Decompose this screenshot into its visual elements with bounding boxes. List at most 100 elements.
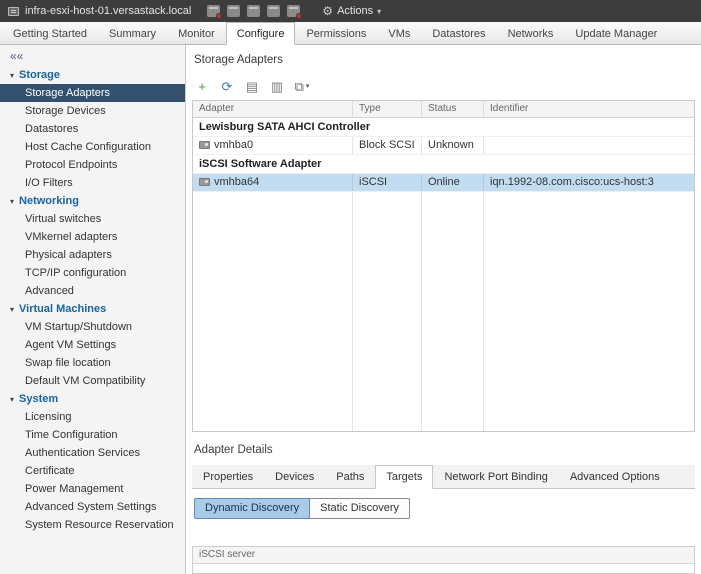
cell-text: vmhba0 [214, 139, 254, 151]
adapter-row-vmhba64[interactable]: vmhba64 iSCSI Online iqn.1992-08.com.cisco:… [193, 174, 694, 192]
details-tab-properties[interactable]: Properties [192, 465, 264, 489]
tab-permissions[interactable]: Permissions [295, 22, 377, 44]
sidebar-section-virtual-machines[interactable]: ▾ Virtual Machines [0, 300, 185, 318]
empty-column [422, 192, 484, 431]
column-header-type[interactable]: Type [353, 101, 422, 117]
host-name: infra-esxi-host-01.versastack.local [25, 5, 192, 17]
adapter-row-vmhba0[interactable]: vmhba0 Block SCSI Unknown [193, 137, 694, 155]
sidebar-item-protocol-endpoints[interactable]: Protocol Endpoints [0, 156, 185, 174]
reboot-host-icon[interactable] [267, 5, 281, 17]
sidebar-item-time-configuration[interactable]: Time Configuration [0, 426, 185, 444]
tab-bar: Getting Started Summary Monitor Configure Pe… [0, 22, 701, 45]
sidebar-item-certificate[interactable]: Certificate [0, 462, 185, 480]
sidebar-item-swap-file-location[interactable]: Swap file location [0, 354, 185, 372]
refresh-adapters-icon-glyph: ⟳ [221, 78, 233, 94]
empty-column [484, 192, 694, 431]
maintenance-mode-icon[interactable] [227, 5, 241, 17]
section-collapse-icon: ▾ [10, 394, 15, 404]
cell-type: Block SCSI [353, 137, 422, 154]
sidebar-item-i-o-filters[interactable]: I/O Filters [0, 174, 185, 192]
column-header-status[interactable]: Status [422, 101, 484, 117]
details-tab-paths[interactable]: Paths [325, 465, 375, 489]
cell-type: iSCSI [353, 174, 422, 191]
sidebar-item-virtual-switches[interactable]: Virtual switches [0, 210, 185, 228]
sidebar-item-physical-adapters[interactable]: Physical adapters [0, 246, 185, 264]
sidebar-item-licensing[interactable]: Licensing [0, 408, 185, 426]
add-adapter-icon-glyph: + [198, 78, 206, 94]
sidebar-nav: ▾ Storage Storage Adapters Storage Devices D… [0, 66, 185, 534]
sidebar-item-advanced-system-settings[interactable]: Advanced System Settings [0, 498, 185, 516]
sidebar-item-advanced[interactable]: Advanced [0, 282, 185, 300]
sidebar-item-power-management[interactable]: Power Management [0, 480, 185, 498]
section-collapse-icon: ▾ [10, 304, 15, 314]
targets-column-header-iscsi-server[interactable]: iSCSI server [193, 547, 694, 564]
details-tab-advanced-options[interactable]: Advanced Options [559, 465, 671, 489]
adapter-details-tabs: Properties Devices Paths Targets Network Por… [192, 465, 695, 489]
sidebar-item-host-cache-configuration[interactable]: Host Cache Configuration [0, 138, 185, 156]
adapters-toolbar: + ⟳ ▤ ▥ ⧉ ▾ [194, 77, 695, 95]
sidebar-section-networking[interactable]: ▾ Networking [0, 192, 185, 210]
empty-column [353, 192, 422, 431]
refresh-adapters-icon[interactable]: ⟳ [219, 77, 235, 95]
sidebar-section-system[interactable]: ▾ System [0, 390, 185, 408]
cell-adapter: vmhba64 [193, 174, 353, 191]
tab-vms[interactable]: VMs [377, 22, 421, 44]
title-bar: infra-esxi-host-01.versastack.local ⚙ Ac… [0, 0, 701, 22]
sidebar-item-storage-adapters[interactable]: Storage Adapters [0, 84, 185, 102]
rescan-host-storage-icon-glyph: ▤ [245, 78, 259, 94]
details-tab-network-port-binding[interactable]: Network Port Binding [433, 465, 558, 489]
rescan-host-storage-icon[interactable]: ▤ [244, 77, 260, 95]
sidebar-item-vmkernel-adapters[interactable]: VMkernel adapters [0, 228, 185, 246]
column-header-adapter[interactable]: Adapter [193, 101, 353, 117]
sidebar-item-system-resource-reservation[interactable]: System Resource Reservation [0, 516, 185, 534]
section-title: Virtual Machines [19, 303, 107, 315]
tab-configure[interactable]: Configure [225, 22, 296, 45]
sidebar-item-default-vm-compatibility[interactable]: Default VM Compatibility [0, 372, 185, 390]
rescan-adapter-icon[interactable]: ▥ [269, 77, 285, 95]
add-adapter-icon[interactable]: + [194, 77, 210, 95]
caret-down-icon: ▾ [305, 83, 310, 90]
sidebar-item-agent-vm-settings[interactable]: Agent VM Settings [0, 336, 185, 354]
caret-down-icon: ▾ [377, 6, 382, 16]
tab-summary[interactable]: Summary [98, 22, 167, 44]
actions-menu-button[interactable]: ⚙ Actions ▾ [322, 5, 381, 17]
targets-table: iSCSI server [192, 546, 695, 574]
main-panel: Storage Adapters + ⟳ ▤ ▥ ⧉ ▾ Adapter Type Statu… [186, 45, 701, 574]
adapters-table-body: Lewisburg SATA AHCI Controller vmhba0 Bloc… [193, 118, 694, 431]
sidebar-item-authentication-services[interactable]: Authentication Services [0, 444, 185, 462]
empty-grid-area [193, 192, 694, 431]
cell-identifier: iqn.1992-08.com.cisco:ucs-host:3 [484, 174, 694, 191]
sidebar-item-storage-devices[interactable]: Storage Devices [0, 102, 185, 120]
dynamic-discovery-button[interactable]: Dynamic Discovery [194, 498, 311, 519]
details-tab-targets[interactable]: Targets [375, 465, 434, 489]
tab-monitor[interactable]: Monitor [167, 22, 226, 44]
column-header-identifier[interactable]: Identifier [484, 101, 694, 117]
tab-networks[interactable]: Networks [497, 22, 565, 44]
sidebar-item-vm-startup-shutdown[interactable]: VM Startup/Shutdown [0, 318, 185, 336]
static-discovery-button[interactable]: Static Discovery [310, 498, 410, 519]
sidebar-collapse-button[interactable]: «« [0, 47, 185, 66]
alarm-icon[interactable] [287, 5, 303, 19]
sidebar-section-storage[interactable]: ▾ Storage [0, 66, 185, 84]
sidebar: «« ▾ Storage Storage Adapters Storage Devic… [0, 45, 186, 574]
tab-datastores[interactable]: Datastores [421, 22, 496, 44]
rescan-adapter-icon-glyph: ▥ [270, 78, 284, 94]
gear-icon: ⚙ [322, 4, 334, 18]
shutdown-host-icon[interactable] [207, 5, 223, 19]
host-icon [8, 6, 19, 16]
adapter-icon [199, 178, 210, 186]
copy-icon[interactable]: ⧉ ▾ [294, 77, 310, 95]
details-tab-devices[interactable]: Devices [264, 465, 325, 489]
badge-dot [296, 13, 303, 19]
section-title: System [19, 393, 59, 405]
section-title: Storage [19, 69, 60, 81]
power-on-icon[interactable] [247, 5, 261, 17]
empty-column [193, 192, 353, 431]
sidebar-item-tcp-ip-configuration[interactable]: TCP/IP configuration [0, 264, 185, 282]
badge-dot [216, 13, 223, 19]
cell-text: Unknown [428, 139, 474, 151]
sidebar-item-datastores[interactable]: Datastores [0, 120, 185, 138]
tab-update-manager[interactable]: Update Manager [564, 22, 668, 44]
tab-getting-started[interactable]: Getting Started [2, 22, 98, 44]
cell-status: Online [422, 174, 484, 191]
